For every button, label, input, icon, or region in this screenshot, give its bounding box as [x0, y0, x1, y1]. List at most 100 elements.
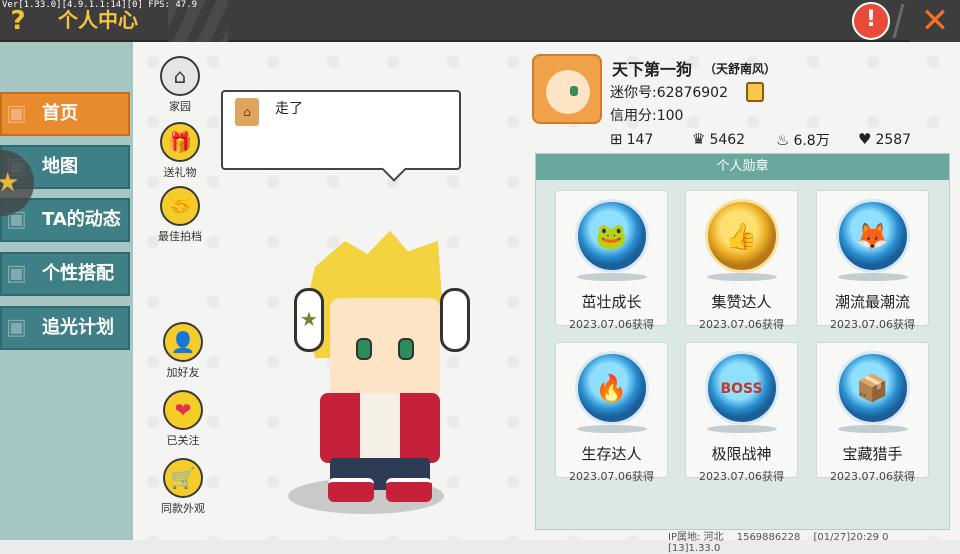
nav-label: 个性搭配 [42, 263, 114, 284]
warning-icon[interactable]: ! [852, 2, 890, 40]
footer-info: IP属地: 河北 1569886228 [01/27]20:29 0 [13]1… [668, 528, 960, 554]
version-text: [13]1.33.0 [668, 543, 721, 554]
medal-icon: 🔥 [574, 351, 649, 425]
house-icon: ⌂ [160, 56, 200, 96]
best-partner-button[interactable]: 🤝 最佳拍档 [145, 186, 215, 244]
medal-icon: 🦊 [835, 199, 910, 273]
page-title: 个人中心 [58, 8, 138, 32]
medal-name: 集赞达人 [711, 293, 772, 311]
headphone-left: ★ [294, 288, 324, 352]
medal-date: 2023.07.06获得 [699, 470, 784, 483]
medal-card[interactable]: 🐸 茁壮成长 2023.07.06获得 [555, 190, 668, 331]
character-eye [398, 338, 414, 360]
followed-button[interactable]: ❤ 已关注 [148, 390, 218, 448]
medal-name: 宝藏猎手 [842, 445, 903, 463]
add-user-icon: 👤 [163, 322, 203, 362]
medal-base [837, 273, 908, 281]
house-status-icon: ⌂ [235, 98, 259, 126]
home-button[interactable]: ⌂ 家园 [145, 56, 215, 114]
question-icon[interactable]: ? [4, 6, 32, 36]
medal-base [576, 425, 647, 433]
plus-square-icon: ⊞ [610, 130, 623, 148]
medal-date: 2023.07.06获得 [569, 470, 654, 483]
medal-card[interactable]: 🦊 潮流最潮流 2023.07.06获得 [816, 190, 929, 331]
trophy-icon: ♛ [692, 130, 706, 148]
medal-name: 茁壮成长 [581, 293, 642, 311]
stat-items: ⊞ 147 [610, 130, 653, 148]
character-jacket [320, 393, 440, 463]
copy-icon[interactable] [746, 82, 764, 102]
home-nav-icon: ▣ [6, 101, 27, 126]
star-icon: ★ [300, 307, 318, 331]
action-label: 已关注 [166, 434, 200, 447]
action-label: 同款外观 [161, 502, 205, 515]
nav-outfit[interactable]: ▣ 个性搭配 [0, 252, 130, 296]
medal-date: 2023.07.06获得 [569, 318, 654, 331]
plan-nav-icon: ▣ [6, 315, 27, 340]
medal-name: 极限战神 [711, 445, 772, 463]
credit-score: 信用分:100 [610, 108, 684, 124]
nav-label: 首页 [42, 103, 78, 124]
nav-label: 追光计划 [42, 317, 114, 338]
ip-location: IP属地: 河北 [668, 532, 724, 543]
action-label: 最佳拍档 [158, 230, 202, 243]
stat-likes: ♥ 2587 [858, 130, 911, 148]
send-gift-button[interactable]: 🎁 送礼物 [145, 122, 215, 180]
medal-base [706, 425, 777, 433]
player-subname: （天舒南风） [704, 62, 777, 76]
add-friend-button[interactable]: 👤 加好友 [148, 322, 218, 380]
stat-value: 147 [626, 132, 654, 148]
action-label: 送礼物 [163, 166, 197, 179]
medal-base [576, 273, 647, 281]
player-name: 天下第一狗 [612, 60, 693, 79]
character-eye [356, 338, 372, 360]
player-id: 迷你号:62876902 [610, 85, 728, 101]
medal-base [706, 273, 777, 281]
character-face [330, 298, 440, 398]
medal-card[interactable]: BOSS 极限战神 2023.07.06获得 [685, 342, 798, 483]
avatar[interactable] [532, 54, 602, 124]
handshake-icon: 🤝 [160, 186, 200, 226]
nav-plan[interactable]: ▣ 追光计划 [0, 306, 130, 350]
time-text: [01/27]20:29 0 [813, 532, 889, 543]
stat-value: 5462 [709, 132, 746, 148]
player-character[interactable]: ★ [282, 228, 472, 508]
nav-home[interactable]: ▣ 首页 [0, 92, 130, 136]
heart-icon: ♥ [858, 130, 872, 148]
medal-card[interactable]: 📦 宝藏猎手 2023.07.06获得 [816, 342, 929, 483]
medal-icon: 👍 [704, 199, 779, 273]
headphone-right [440, 288, 470, 352]
heart-icon: ❤ [163, 390, 203, 430]
medal-card[interactable]: 🔥 生存达人 2023.07.06获得 [555, 342, 668, 483]
medal-icon: BOSS [704, 351, 779, 425]
medal-panel-title: 个人勋章 [536, 154, 949, 180]
medal-name: 潮流最潮流 [834, 293, 910, 311]
medal-date: 2023.07.06获得 [830, 470, 915, 483]
medal-name: 生存达人 [581, 445, 642, 463]
nav-label: 地图 [42, 156, 78, 177]
action-label: 家园 [169, 100, 191, 113]
status-speech-bubble: ⌂ 走了 [221, 90, 461, 170]
flame-icon: ♨ [776, 131, 790, 149]
medal-base [837, 425, 908, 433]
medal-icon: 📦 [835, 351, 910, 425]
medal-date: 2023.07.06获得 [830, 318, 915, 331]
same-outfit-button[interactable]: 🛒 同款外观 [148, 458, 218, 516]
character-shoe [386, 478, 432, 502]
star-icon: ★ [0, 168, 20, 198]
cart-icon: 🛒 [163, 458, 203, 498]
stat-popularity: ♨ 6.8万 [776, 130, 830, 150]
medal-card[interactable]: 👍 集赞达人 2023.07.06获得 [685, 190, 798, 331]
outfit-nav-icon: ▣ [6, 261, 27, 286]
stat-trophy: ♛ 5462 [692, 130, 745, 148]
character-shoe [328, 478, 374, 502]
medal-date: 2023.07.06获得 [699, 318, 784, 331]
stat-value: 2587 [875, 132, 912, 148]
status-text: 走了 [275, 101, 303, 117]
uid-text: 1569886228 [736, 532, 801, 543]
nav-label: TA的动态 [42, 209, 121, 230]
action-label: 加好友 [166, 366, 200, 379]
avatar-face [546, 70, 590, 114]
close-icon[interactable]: ✕ [910, 0, 960, 42]
stat-value: 6.8万 [793, 133, 830, 149]
